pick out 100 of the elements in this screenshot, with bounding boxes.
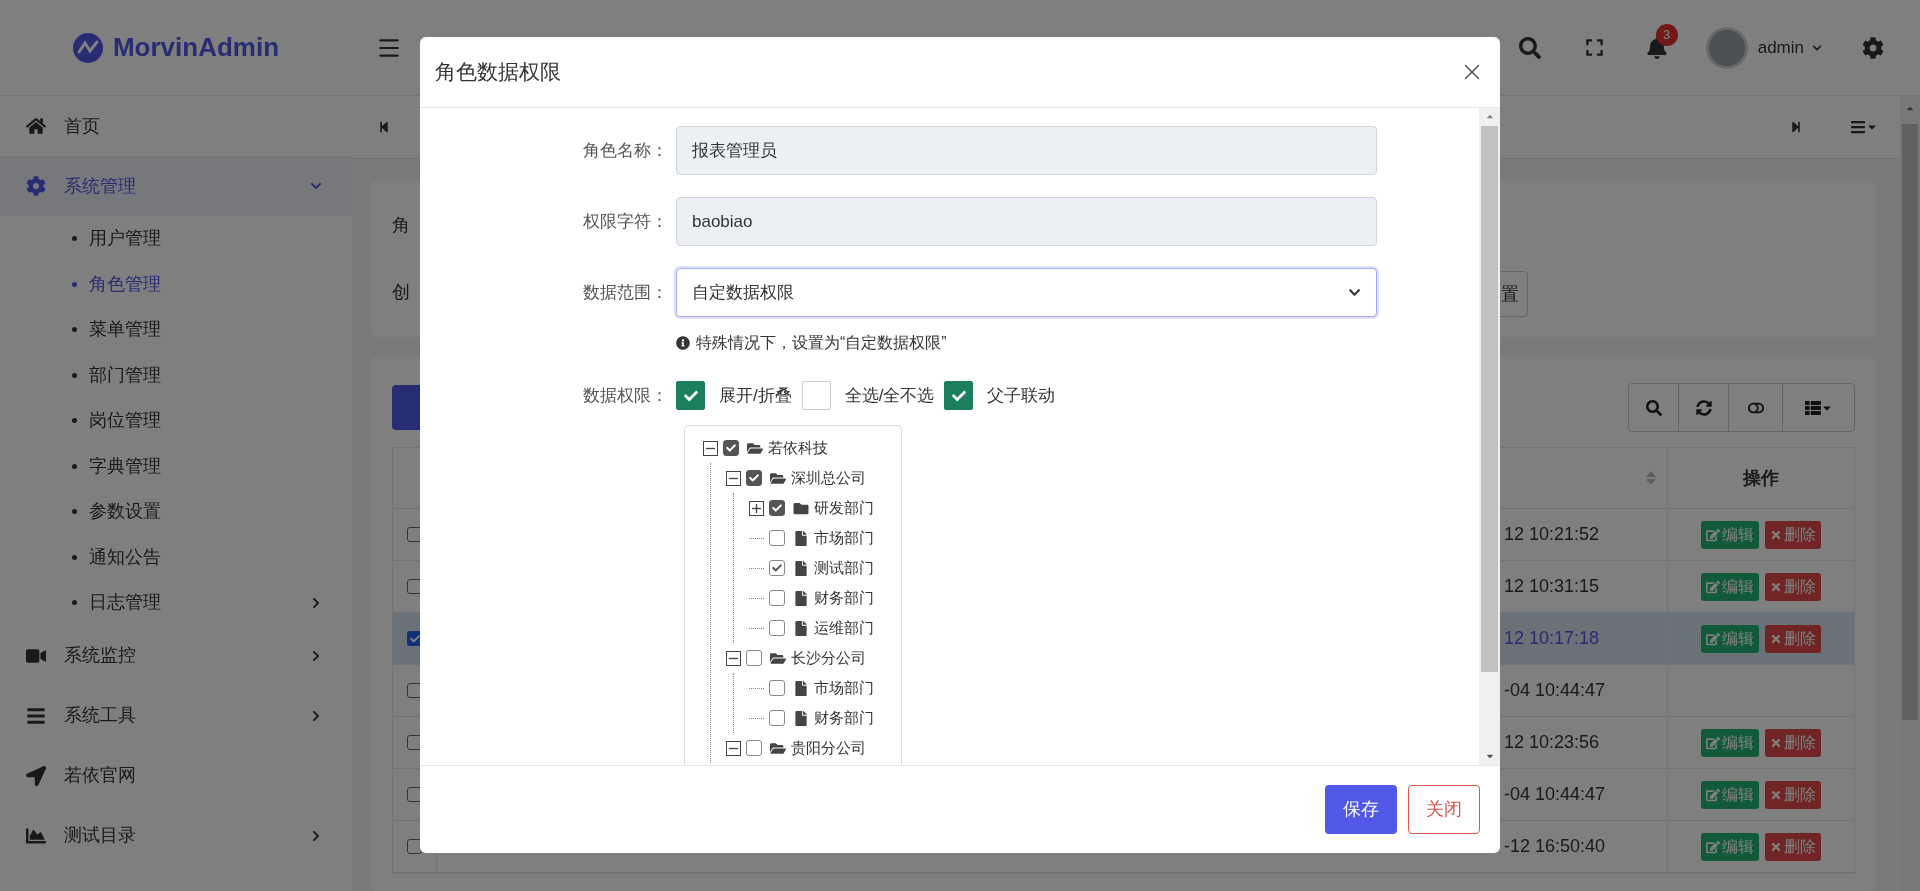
tree-node-label[interactable]: 长沙分公司 [791, 646, 866, 670]
tree-node-label[interactable]: 深圳总公司 [791, 466, 866, 490]
hint-text: 特殊情况下，设置为“自定数据权限” [696, 333, 947, 353]
check-icon [726, 443, 736, 453]
sidebar-item[interactable]: 若依官网 [0, 745, 352, 806]
tree-node-label[interactable]: 市场部门 [814, 676, 874, 700]
fullscreen-icon[interactable] [1584, 38, 1604, 57]
sidebar-subitem[interactable]: 日志管理 [0, 580, 352, 626]
search-icon [1645, 399, 1662, 416]
sidebar-subitem[interactable]: 字典管理 [0, 443, 352, 489]
sidebar-subitem[interactable]: 通知公告 [0, 534, 352, 580]
search-icon[interactable] [1518, 36, 1541, 59]
edit-icon [1706, 579, 1720, 594]
sidebar-item[interactable]: 系统管理 [0, 156, 352, 216]
scrollbar-thumb[interactable] [1481, 126, 1498, 672]
input-field[interactable]: 报表管理员 [676, 126, 1377, 175]
tree-node-label[interactable]: 测试部门 [814, 556, 874, 580]
logo-icon [72, 32, 103, 63]
input-field[interactable]: baobiao [676, 197, 1377, 246]
tree-node-label[interactable]: 市场部门 [814, 526, 874, 550]
checkbox[interactable] [676, 381, 705, 410]
tree-node-label[interactable]: 若依科技 [768, 436, 828, 460]
edit-icon [1706, 527, 1720, 542]
checkbox-label[interactable]: 展开/折叠 [719, 382, 792, 409]
scrollbar[interactable] [1479, 108, 1500, 765]
step-back-icon[interactable] [378, 121, 390, 133]
delete-button[interactable]: 删除 [1765, 520, 1821, 549]
collapse-icon[interactable] [726, 650, 741, 666]
collapse-icon[interactable] [726, 470, 741, 486]
delete-button[interactable]: 删除 [1765, 780, 1821, 809]
tree-checkbox[interactable] [769, 620, 785, 636]
tree-node-label[interactable]: 运维部门 [814, 616, 874, 640]
checkbox-label[interactable]: 父子联动 [987, 382, 1056, 409]
form-label: 角 [392, 214, 410, 237]
step-forward-icon[interactable] [1790, 121, 1802, 133]
tree-checkbox[interactable] [769, 680, 785, 696]
tree-checkbox[interactable] [769, 710, 785, 726]
close-icon [1770, 788, 1782, 801]
column-header: 操作 [1743, 466, 1779, 490]
file-icon [793, 590, 809, 606]
table-cell-text: 12 10:21:52 [1504, 523, 1600, 546]
tree-checkbox[interactable] [769, 500, 785, 516]
file-icon [793, 620, 809, 636]
sidebar-item[interactable]: 系统监控 [0, 625, 352, 686]
tree-checkbox[interactable] [746, 470, 762, 486]
folder-icon [770, 740, 786, 756]
tree-node-label[interactable]: 贵阳分公司 [791, 736, 866, 760]
sidebar-subitem[interactable]: 用户管理 [0, 216, 352, 262]
file-icon [793, 530, 809, 546]
list-icon [1804, 399, 1821, 416]
collapse-icon[interactable] [726, 740, 741, 756]
delete-button[interactable]: 删除 [1765, 572, 1821, 601]
tree-node-label[interactable]: 财务部门 [814, 586, 874, 610]
delete-button[interactable]: 删除 [1765, 832, 1821, 861]
scrollbar-thumb[interactable] [1902, 124, 1918, 720]
save-button[interactable]: 保存 [1325, 785, 1397, 834]
folder-icon [770, 650, 786, 666]
delete-button[interactable]: 删除 [1765, 728, 1821, 757]
checkbox[interactable] [944, 381, 974, 410]
folder-icon [793, 500, 809, 516]
close-icon [1770, 840, 1782, 853]
sidebar-subitem[interactable]: 岗位管理 [0, 398, 352, 444]
form-label: 数据权限： [582, 384, 669, 407]
table-cell-text: 12 10:31:15 [1504, 575, 1600, 598]
sidebar-item[interactable]: 系统工具 [0, 685, 352, 746]
tree-node-label[interactable]: 研发部门 [814, 496, 874, 520]
table-cell-text: 12 10:17:18 [1504, 627, 1600, 650]
menu-item-icon [26, 705, 46, 726]
tree-checkbox[interactable] [769, 590, 785, 606]
tree-checkbox[interactable] [746, 740, 762, 756]
sidebar-subitem[interactable]: 角色管理 [0, 261, 352, 307]
tab-menu-button[interactable] [1850, 119, 1878, 135]
settings-icon[interactable] [1862, 36, 1884, 59]
sidebar-subitem[interactable]: 部门管理 [0, 352, 352, 398]
chevron-down-icon[interactable] [1812, 42, 1822, 53]
tree-node-label[interactable]: 财务部门 [814, 706, 874, 730]
edit-icon [1706, 839, 1720, 854]
folder-icon [770, 470, 786, 486]
delete-button[interactable]: 删除 [1765, 624, 1821, 653]
tree-checkbox[interactable] [746, 650, 762, 666]
checkbox-label[interactable]: 全选/全不选 [844, 382, 935, 409]
tree-checkbox[interactable] [769, 560, 785, 576]
tree-checkbox[interactable] [723, 440, 739, 456]
expand-icon[interactable] [749, 500, 764, 516]
edit-icon [1706, 787, 1720, 802]
form-label: 数据范围： [582, 281, 669, 304]
sidebar-subitem[interactable]: 参数设置 [0, 489, 352, 535]
collapse-icon[interactable] [703, 440, 718, 456]
close-icon [1770, 528, 1782, 541]
scope-select[interactable]: 自定数据权限 [676, 268, 1377, 317]
menu-item-icon [26, 765, 46, 786]
user-name[interactable]: admin [1757, 34, 1804, 61]
edit-icon [1706, 735, 1720, 750]
file-icon [793, 710, 809, 726]
close-button[interactable]: 关闭 [1408, 785, 1480, 834]
sidebar-item[interactable]: 首页 [0, 96, 352, 156]
tree-checkbox[interactable] [769, 530, 785, 546]
check-icon [683, 388, 698, 403]
sidebar-item[interactable]: 测试目录 [0, 805, 352, 866]
sidebar-subitem[interactable]: 菜单管理 [0, 307, 352, 353]
